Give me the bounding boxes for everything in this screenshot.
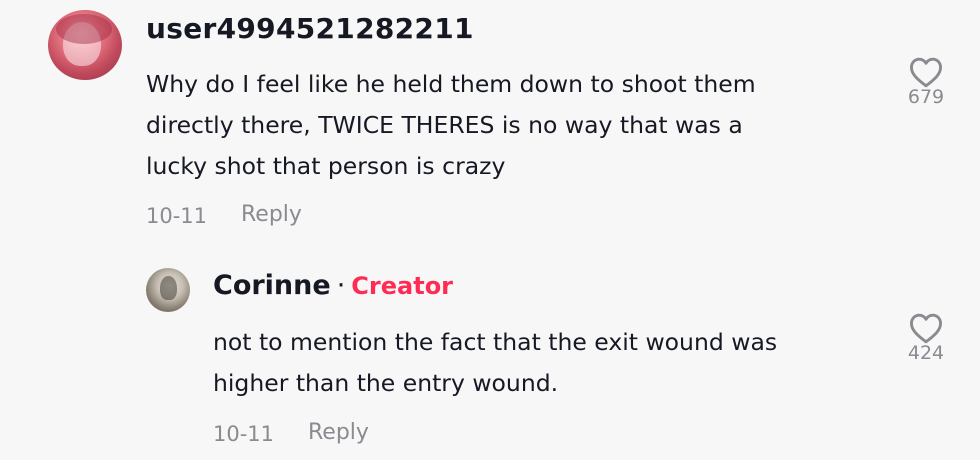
reply-reply-button[interactable]: Reply <box>308 420 369 445</box>
creator-badge: Creator <box>351 272 454 300</box>
reply-separator: · <box>336 270 346 301</box>
reply-like-button[interactable]: 424 <box>896 312 956 364</box>
comment-avatar[interactable] <box>48 10 122 80</box>
comment-date: 10-11 <box>146 204 208 228</box>
comment-username[interactable]: user4994521282211 <box>146 12 474 45</box>
comment-text-line: directly there, TWICE THERES is no way t… <box>146 111 743 139</box>
comment-like-button[interactable]: 679 <box>896 56 956 108</box>
reply-date: 10-11 <box>213 422 275 446</box>
heart-outline-icon[interactable] <box>908 56 944 88</box>
reply-like-count: 424 <box>907 342 945 364</box>
comment-text: Why do I feel like he held them down to … <box>146 64 866 187</box>
reply-avatar[interactable] <box>146 268 190 312</box>
reply-text: not to mention the fact that the exit wo… <box>213 322 893 404</box>
reply-header: Corinne · Creator <box>213 270 453 301</box>
comment-like-count: 679 <box>907 86 945 108</box>
comment-text-line: Why do I feel like he held them down to … <box>146 70 756 98</box>
comment-text-line: lucky shot that person is crazy <box>146 152 506 180</box>
reply-text-line: not to mention the fact that the exit wo… <box>213 328 778 356</box>
heart-outline-icon[interactable] <box>908 312 944 344</box>
comment-reply-button[interactable]: Reply <box>241 202 302 227</box>
reply-username[interactable]: Corinne <box>213 270 331 301</box>
reply-text-line: higher than the entry wound. <box>213 369 559 397</box>
